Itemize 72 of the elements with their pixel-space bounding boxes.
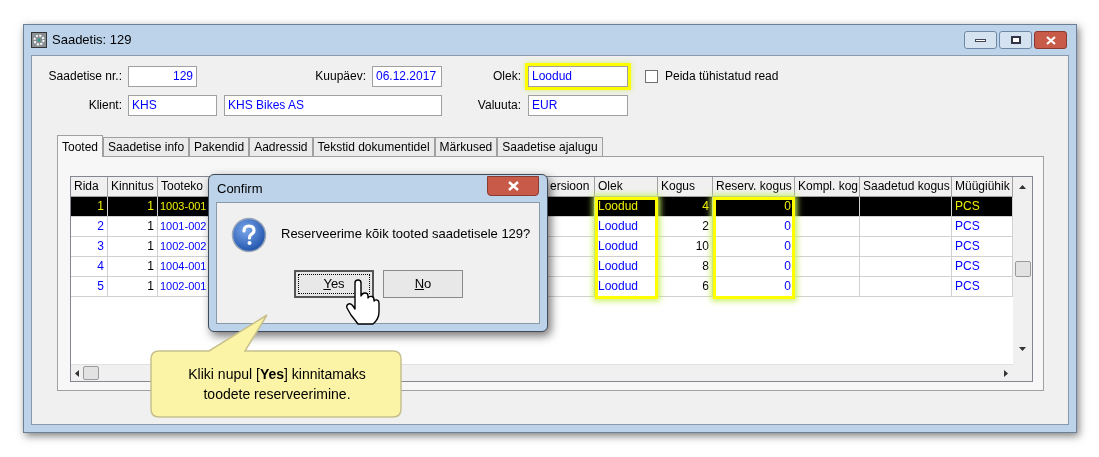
tab[interactable]: Märkused	[434, 137, 498, 156]
client-name-field[interactable]: KHS Bikes AS	[224, 94, 442, 116]
column-header[interactable]: Kompl. kog	[795, 177, 860, 197]
column-header[interactable]: Saadetud kogus	[860, 177, 952, 197]
scrollbar-thumb[interactable]	[83, 366, 99, 380]
scroll-up-icon[interactable]	[1019, 185, 1026, 189]
dialog-button[interactable]: No	[383, 270, 463, 298]
client-code-field[interactable]: KHS	[128, 94, 217, 116]
tab[interactable]: Aadressid	[249, 137, 313, 156]
table-cell: 1	[108, 217, 158, 237]
column-header[interactable]: Müügiühik	[952, 177, 1013, 197]
date-field[interactable]: 06.12.2017	[372, 65, 442, 87]
table-cell: 10	[658, 237, 713, 257]
table-cell: 3	[71, 237, 108, 257]
field-label: Kuupäev:	[314, 68, 367, 85]
app-icon	[31, 32, 47, 48]
tab[interactable]: Pakendid	[189, 137, 250, 156]
table-cell: 2	[71, 217, 108, 237]
field-label: Valuuta:	[476, 97, 522, 114]
minimize-button[interactable]	[964, 31, 997, 49]
checkbox[interactable]	[645, 69, 658, 83]
dialog-button[interactable]: Yes	[294, 270, 374, 298]
table-cell: 4	[658, 197, 713, 217]
table-cell: 8	[658, 257, 713, 277]
close-icon	[1045, 35, 1056, 45]
dialog-message: Reserveerime kõik tooted saadetisele 129?	[281, 225, 531, 243]
table-cell: PCS	[952, 237, 1013, 257]
question-icon	[231, 217, 267, 253]
scroll-left-icon[interactable]	[75, 369, 79, 377]
tab[interactable]: Tooted	[57, 135, 104, 157]
table-cell: PCS	[952, 197, 1013, 217]
table-cell: 2	[658, 217, 713, 237]
table-cell: 5	[71, 277, 108, 297]
table-cell: PCS	[952, 217, 1013, 237]
callout-text: Kliki nupul [Yes] kinnitamaks toodete reserveerimine.	[187, 365, 367, 404]
currency-field[interactable]: EUR	[528, 94, 628, 116]
column-header[interactable]: Olek	[595, 177, 658, 197]
close-button[interactable]	[1034, 31, 1067, 49]
table-cell: 1	[108, 197, 158, 217]
dialog-close-button[interactable]	[487, 175, 539, 196]
table-cell: 6	[658, 277, 713, 297]
scrollbar-thumb[interactable]	[1014, 261, 1031, 277]
table-cell: 1	[108, 277, 158, 297]
table-cell: 1003-001	[158, 197, 210, 217]
tab[interactable]: Saadetise ajalugu	[497, 137, 603, 156]
status-field[interactable]: Loodud	[528, 65, 628, 87]
table-cell: PCS	[952, 257, 1013, 277]
table-cell: 1	[108, 257, 158, 277]
hand-cursor-icon	[346, 279, 380, 325]
column-header[interactable]: Kogus	[658, 177, 713, 197]
table-cell: 1	[108, 237, 158, 257]
tab[interactable]: Tekstid dokumentidel	[312, 137, 435, 156]
scroll-right-icon[interactable]	[1004, 369, 1008, 377]
column-header[interactable]: ersioon	[547, 177, 595, 197]
column-header[interactable]: Rida	[71, 177, 108, 197]
table-cell: 4	[71, 257, 108, 277]
maximize-button[interactable]	[999, 31, 1032, 49]
tab[interactable]: Saadetise info	[103, 137, 190, 156]
dialog-title: Confirm	[217, 179, 263, 198]
column-header[interactable]: Kinnitus	[108, 177, 158, 197]
field-label: Saadetise nr.:	[47, 68, 123, 85]
close-icon	[507, 180, 519, 191]
checkbox-label: Peida tühistatud read	[665, 68, 779, 85]
field-label: Klient:	[87, 97, 123, 114]
column-header[interactable]: Reserv. kogus	[713, 177, 795, 197]
number-field[interactable]: 129	[128, 65, 197, 87]
window-title: Saadetis: 129	[52, 31, 132, 50]
field-label: Olek:	[492, 68, 522, 85]
scroll-down-icon[interactable]	[1019, 347, 1026, 351]
table-cell: PCS	[952, 277, 1013, 297]
column-header[interactable]: Tooteko	[158, 177, 210, 197]
table-cell: 1	[71, 197, 108, 217]
